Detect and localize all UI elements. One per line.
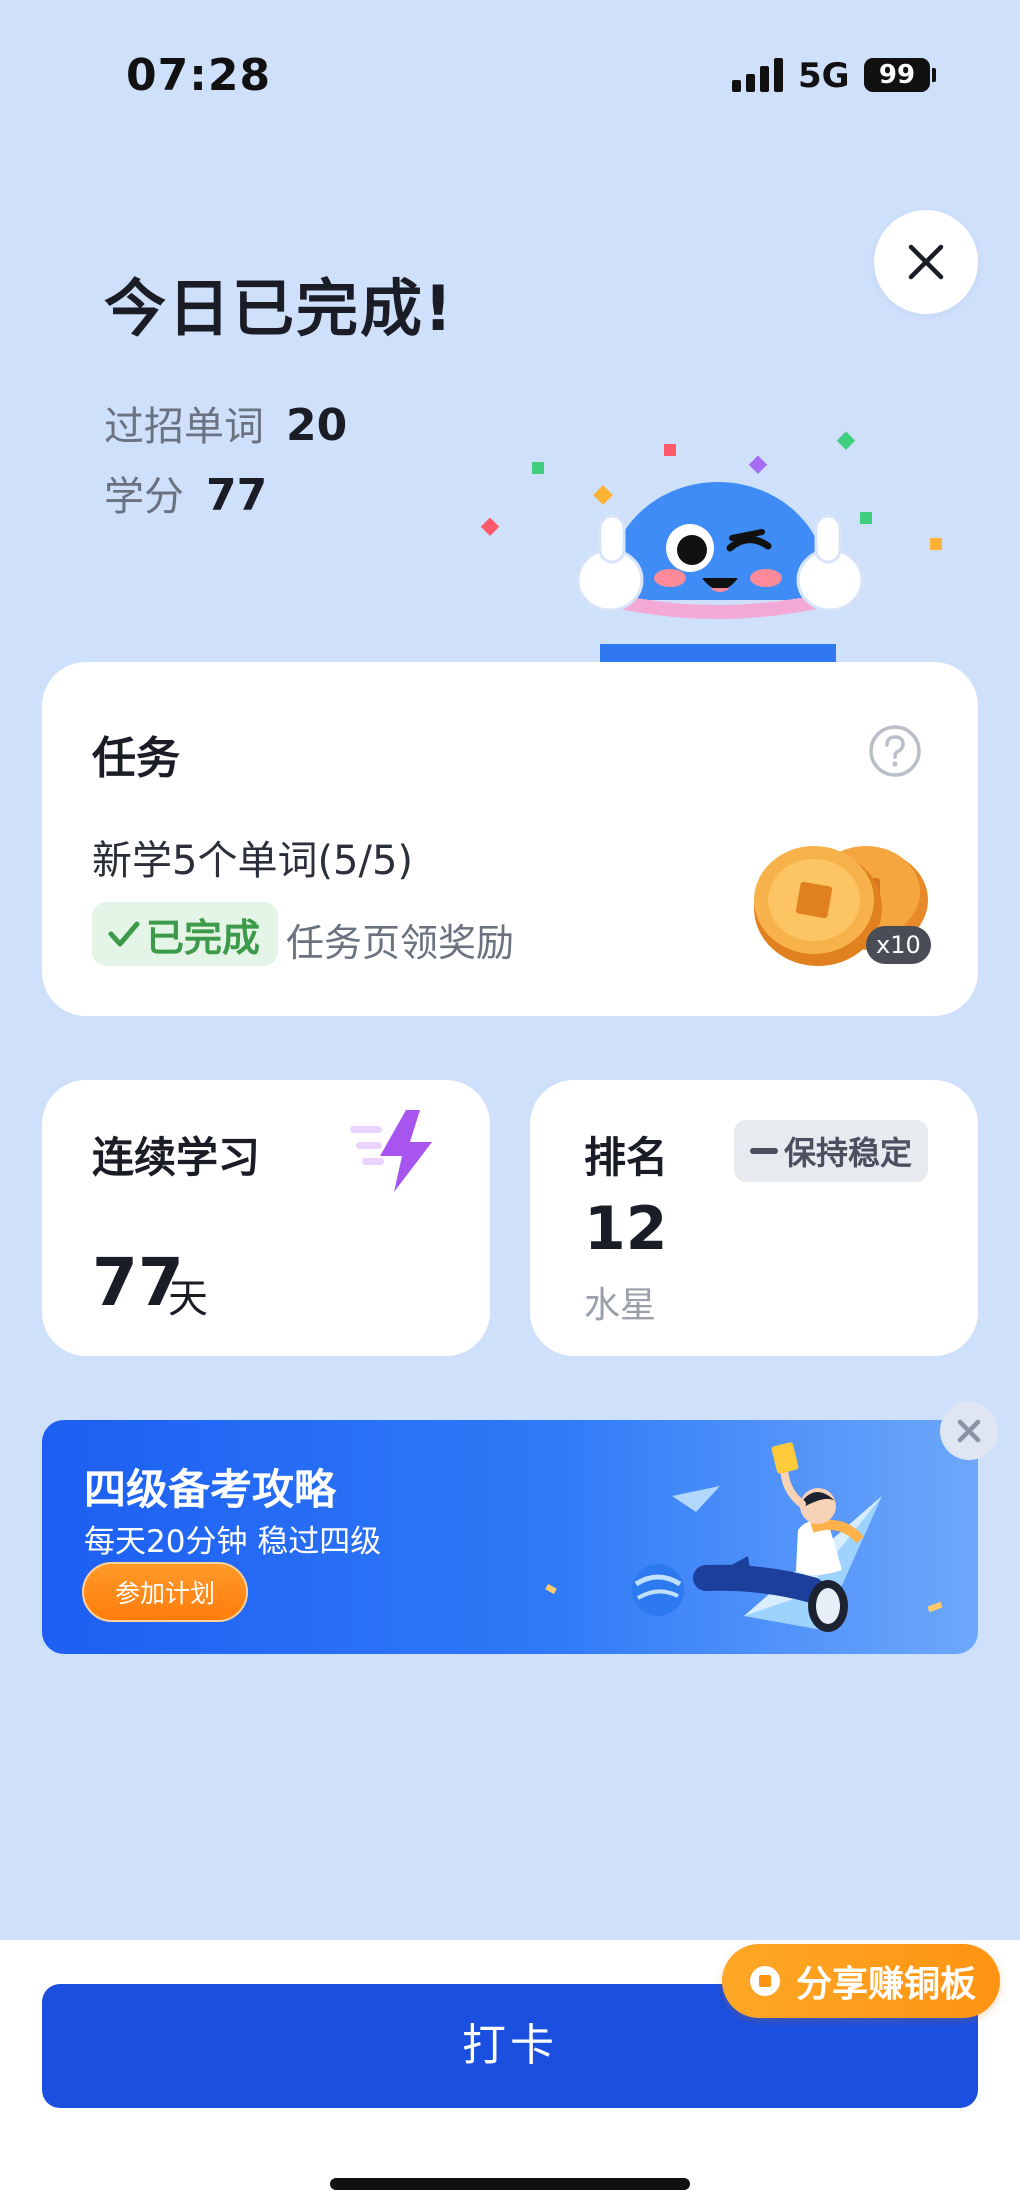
streak-label: 连续学习 bbox=[92, 1133, 261, 1182]
close-icon bbox=[908, 244, 944, 280]
check-icon bbox=[108, 921, 140, 947]
rank-trend-label: 保持稳定 bbox=[784, 1134, 913, 1172]
paper-plane-icon bbox=[545, 1442, 943, 1632]
rank-label: 排名 bbox=[584, 1133, 669, 1182]
share-earn-button[interactable]: 分享赚铜板 bbox=[722, 1944, 1000, 2018]
task-done-badge: 已完成 bbox=[92, 902, 279, 966]
page-title: 今日已完成! bbox=[104, 272, 455, 345]
stat-credits-value: 77 bbox=[206, 470, 268, 521]
join-plan-button[interactable]: 参加计划 bbox=[82, 1562, 248, 1622]
battery-icon: 99 bbox=[864, 58, 930, 92]
stat-credits-label: 学分 bbox=[104, 474, 184, 520]
rank-league: 水星 bbox=[584, 1285, 657, 1326]
reward-multiplier: x10 bbox=[866, 926, 931, 964]
network-type: 5G bbox=[798, 56, 850, 96]
signal-icon bbox=[732, 56, 784, 92]
status-time: 07:28 bbox=[126, 50, 272, 101]
coin-icon bbox=[750, 1966, 780, 1996]
stat-credits: 学分 77 bbox=[104, 464, 267, 522]
task-hint: 任务页领奖励 bbox=[286, 921, 515, 965]
share-earn-label: 分享赚铜板 bbox=[796, 1964, 977, 2005]
rank-card[interactable]: 排名 保持稳定 12 水星 bbox=[530, 1080, 978, 1356]
promo-banner[interactable]: 四级备考攻略 每天20分钟 稳过四级 参加计划 bbox=[42, 1420, 978, 1654]
close-button[interactable] bbox=[874, 210, 978, 314]
mascot-illustration bbox=[480, 431, 942, 670]
rank-trend-badge: 保持稳定 bbox=[734, 1120, 929, 1182]
stat-words-label: 过招单词 bbox=[104, 404, 264, 450]
home-indicator bbox=[330, 2178, 690, 2190]
streak-card[interactable]: 连续学习 77 天 bbox=[42, 1080, 490, 1356]
banner-title: 四级备考攻略 bbox=[84, 1465, 337, 1514]
task-name: 新学5个单词(5/5) bbox=[92, 838, 414, 884]
stat-words-value: 20 bbox=[286, 400, 348, 451]
banner-subtitle: 每天20分钟 稳过四级 bbox=[84, 1524, 382, 1560]
dash-icon bbox=[750, 1148, 778, 1154]
streak-unit: 天 bbox=[168, 1276, 208, 1322]
battery-tip bbox=[932, 68, 936, 82]
close-icon bbox=[957, 1419, 981, 1443]
stat-words: 过招单词 20 bbox=[104, 394, 347, 452]
task-card: 任务 新学5个单词(5/5) 已完成 任务页领奖励 x10 bbox=[42, 662, 978, 1016]
task-done-label: 已完成 bbox=[146, 915, 261, 960]
rank-value: 12 bbox=[584, 1194, 668, 1264]
help-icon[interactable] bbox=[868, 724, 922, 778]
banner-close-button[interactable] bbox=[940, 1402, 998, 1460]
task-card-title: 任务 bbox=[92, 733, 180, 784]
lightning-icon bbox=[350, 1110, 432, 1192]
